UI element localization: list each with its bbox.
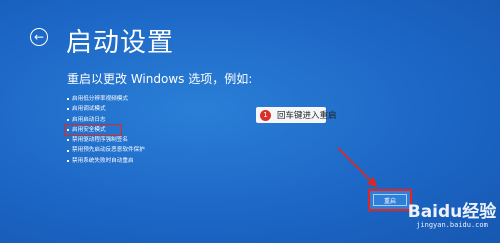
- startup-settings-screen: ← 启动设置 重启以更改 Windows 选项，例如: 启用低分辨率视频模式 启…: [0, 0, 500, 243]
- baidu-jingyan-watermark: Baidu经验 jingyan.baidu.com: [406, 197, 498, 229]
- watermark-logo: Baidu经验: [407, 202, 497, 222]
- watermark-url: jingyan.baidu.com: [416, 221, 488, 229]
